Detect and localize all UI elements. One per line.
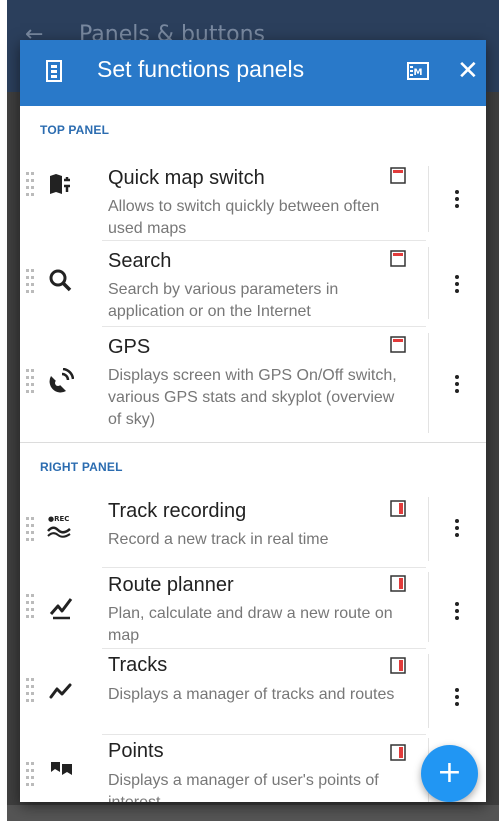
right-panel-icon xyxy=(390,657,406,674)
add-function-button[interactable]: + xyxy=(421,745,478,802)
dialog-header: Set functions panels M ✕ xyxy=(20,40,486,106)
item-title: Route planner xyxy=(108,574,234,596)
right-panel-icon xyxy=(390,500,406,517)
overflow-menu-icon[interactable] xyxy=(450,600,464,624)
item-title: GPS xyxy=(108,336,151,358)
item-description: Displays a manager of user's points of i… xyxy=(108,772,379,802)
list-item-search[interactable]: Search Search by various parameters in a… xyxy=(20,243,486,323)
background-bottom-bar xyxy=(7,805,499,821)
section-divider xyxy=(20,442,486,443)
item-description: Displays screen with GPS On/Off switch, … xyxy=(108,367,397,428)
panel-layout-icon xyxy=(46,60,62,82)
list-item-tracks[interactable]: Tracks Displays a manager of tracks and … xyxy=(20,650,486,732)
drag-handle-icon[interactable] xyxy=(26,517,34,543)
drag-handle-icon[interactable] xyxy=(26,678,34,704)
section-label-top-panel: TOP PANEL xyxy=(40,123,110,137)
row-separator xyxy=(102,326,426,327)
search-icon xyxy=(49,269,72,292)
map-switch-icon xyxy=(50,174,70,194)
item-title: Points xyxy=(108,740,164,762)
list-item-points[interactable]: Points Displays a manager of user's poin… xyxy=(20,734,486,802)
svg-text:M: M xyxy=(414,68,423,78)
list-item-route-planner[interactable]: Route planner Plan, calculate and draw a… xyxy=(20,568,486,646)
overflow-menu-icon[interactable] xyxy=(450,373,464,397)
item-description: Plan, calculate and draw a new route on … xyxy=(108,605,393,644)
drag-handle-icon[interactable] xyxy=(26,172,34,198)
item-description: Record a new track in real time xyxy=(108,531,329,548)
satellite-icon xyxy=(49,368,74,393)
tracks-icon xyxy=(49,683,72,699)
item-description: Displays a manager of tracks and routes xyxy=(108,686,395,703)
points-icon xyxy=(51,762,72,775)
drag-handle-icon[interactable] xyxy=(26,269,34,295)
overflow-menu-icon[interactable] xyxy=(450,517,464,541)
overflow-menu-icon[interactable] xyxy=(450,273,464,297)
item-description: Allows to switch quickly between often u… xyxy=(108,198,380,237)
dialog-title: Set functions panels xyxy=(97,56,305,82)
item-title: Search xyxy=(108,250,172,272)
item-title: Quick map switch xyxy=(108,167,265,189)
section-label-right-panel: RIGHT PANEL xyxy=(40,460,123,474)
row-separator xyxy=(102,648,426,649)
row-divider xyxy=(428,654,429,728)
row-divider xyxy=(428,572,429,642)
route-planner-icon xyxy=(49,598,73,620)
close-icon[interactable]: ✕ xyxy=(457,58,479,84)
drag-handle-icon[interactable] xyxy=(26,594,34,620)
row-separator xyxy=(102,240,426,241)
set-functions-panels-dialog: Set functions panels M ✕ TOP PANEL Quick… xyxy=(20,40,486,802)
top-panel-icon xyxy=(390,167,406,184)
right-panel-icon xyxy=(390,575,406,592)
memory-map-icon[interactable]: M xyxy=(406,59,430,83)
rec-label: ●REC xyxy=(48,515,69,523)
row-divider xyxy=(428,333,429,433)
list-item-track-recording[interactable]: ●REC Track recording Record a new track … xyxy=(20,493,486,565)
overflow-menu-icon[interactable] xyxy=(450,686,464,710)
row-divider xyxy=(428,166,429,232)
row-divider xyxy=(428,497,429,561)
drag-handle-icon[interactable] xyxy=(26,762,34,788)
track-recording-icon: ●REC xyxy=(47,515,71,538)
top-panel-icon xyxy=(390,336,406,353)
item-description: Search by various parameters in applicat… xyxy=(108,281,339,320)
item-title: Tracks xyxy=(108,654,168,676)
drag-handle-icon[interactable] xyxy=(26,369,34,395)
item-title: Track recording xyxy=(108,500,247,522)
list-item-gps[interactable]: GPS Displays screen with GPS On/Off swit… xyxy=(20,329,486,437)
row-divider xyxy=(428,247,429,319)
top-panel-icon xyxy=(390,250,406,267)
list-item-quick-map-switch[interactable]: Quick map switch Allows to switch quickl… xyxy=(20,160,486,238)
overflow-menu-icon[interactable] xyxy=(450,188,464,212)
right-panel-icon xyxy=(390,744,406,761)
